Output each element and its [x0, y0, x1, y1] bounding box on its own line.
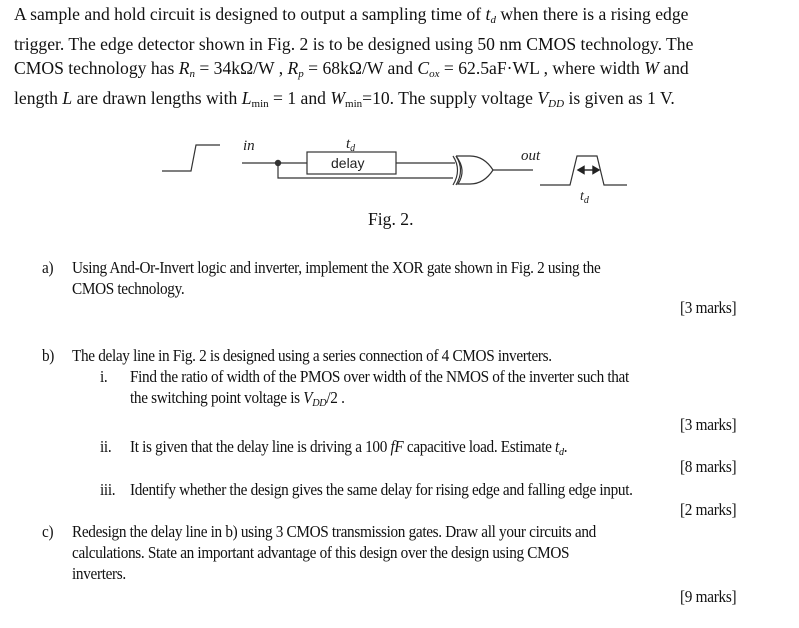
question-b-label: b) — [42, 346, 55, 365]
rn-param: Rn — [178, 58, 195, 80]
vdd-symbol: VDD — [303, 388, 327, 409]
question-b-i-marks: [3 marks] — [680, 415, 737, 434]
wmin-param: W — [330, 88, 346, 108]
question-b-text: The delay line in Fig. 2 is designed usi… — [72, 346, 552, 365]
cox-param: Cox — [417, 58, 440, 80]
out-label: out — [521, 148, 541, 164]
input-step-waveform — [162, 144, 220, 172]
question-b-ii-marks: [8 marks] — [680, 457, 737, 476]
delay-label: delay — [331, 155, 364, 171]
xor-gate — [455, 155, 494, 185]
question-a-marks: [3 marks] — [680, 298, 737, 317]
rn-value: = 34kΩ/W — [194, 58, 275, 78]
intro-line-2: trigger. The edge detector shown in Fig.… — [14, 34, 694, 54]
td-top-label: td — [346, 136, 356, 154]
cox-value: = 62.5aF·WL — [439, 58, 540, 78]
in-label: in — [243, 138, 255, 154]
rp-param: Rp — [287, 58, 304, 80]
question-b-iii-label: iii. — [100, 480, 116, 499]
question-b-iii-marks: [2 marks] — [680, 500, 737, 519]
question-b-ii-text: It is given that the delay line is drivi… — [130, 437, 568, 458]
problem-intro: A sample and hold circuit is designed to… — [14, 2, 776, 116]
question-c-marks: [9 marks] — [680, 587, 737, 606]
intro-line-4: length L are drawn lengths with Lmin = 1… — [14, 88, 675, 110]
question-b-i-label: i. — [100, 367, 108, 386]
unit-ff: fF — [390, 437, 404, 456]
td-bottom-label: td — [580, 189, 590, 206]
td-symbol: td — [485, 4, 496, 26]
question-c-label: c) — [42, 522, 54, 541]
figure-caption: Fig. 2. — [368, 209, 414, 229]
lmin-param: L — [241, 88, 252, 108]
xor-input-curve — [452, 155, 459, 186]
intro-line-1: A sample and hold circuit is designed to… — [14, 4, 689, 26]
question-a-label: a) — [42, 258, 54, 277]
rp-value: = 68kΩ/W — [303, 58, 384, 78]
question-b-iii-text: Identify whether the design gives the sa… — [130, 480, 633, 499]
intro-line-3: CMOS technology has Rn = 34kΩ/W , Rp = 6… — [14, 58, 689, 80]
question-b-i-text: Find the ratio of width of the PMOS over… — [130, 367, 629, 409]
question-a-text: Using And-Or-Invert logic and inverter, … — [72, 258, 601, 298]
vdd-param: VDD — [537, 88, 565, 110]
question-c-text: Redesign the delay line in b) using 3 CM… — [72, 522, 596, 583]
question-b-ii-label: ii. — [100, 437, 112, 456]
td-double-arrow — [576, 165, 601, 175]
